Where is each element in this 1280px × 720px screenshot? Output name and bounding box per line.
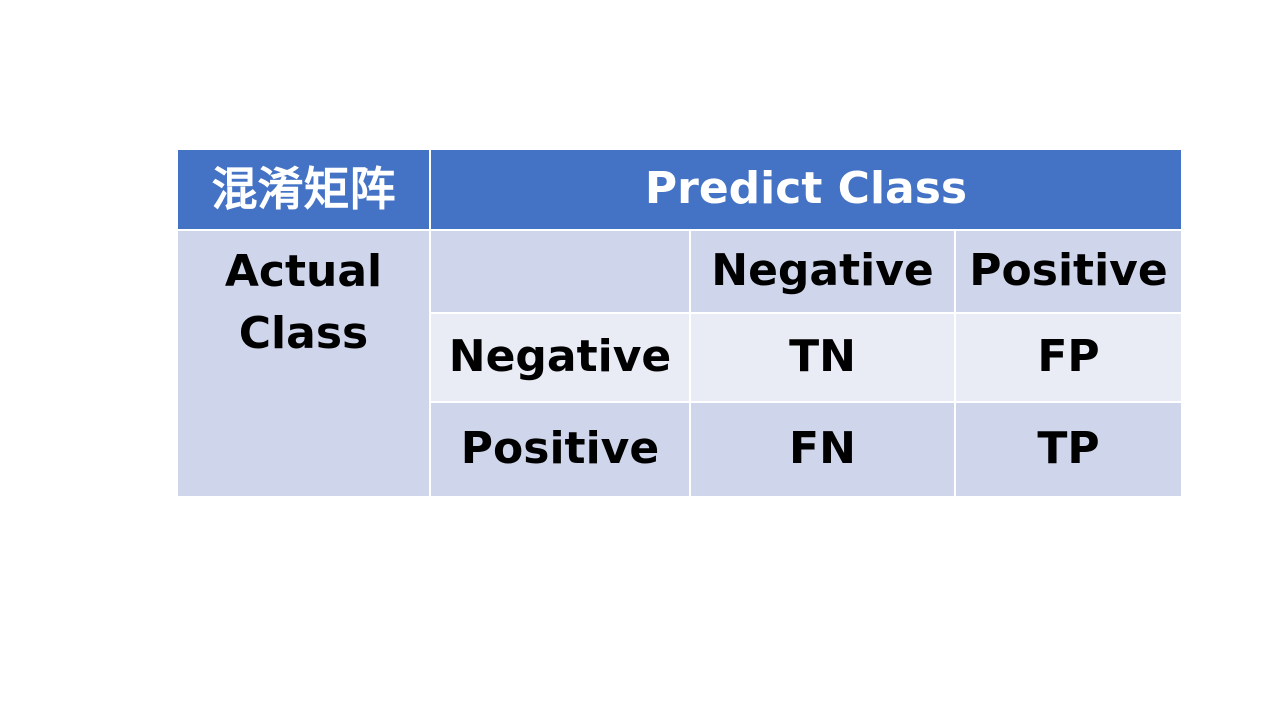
predict-class-header: Predict Class [431, 150, 1181, 229]
col-header-negative: Negative [691, 231, 954, 312]
confusion-matrix-table: 混淆矩阵 Predict Class Actual Class Negative… [178, 150, 1181, 496]
matrix-title-cell: 混淆矩阵 [178, 150, 429, 229]
col-header-positive: Positive [956, 231, 1181, 312]
slide: 混淆矩阵 Predict Class Actual Class Negative… [0, 0, 1280, 720]
cell-true-positive: TP [956, 403, 1181, 496]
actual-class-line2: Class [238, 308, 369, 359]
actual-class-header: Actual Class [178, 231, 429, 496]
row-header-negative: Negative [431, 314, 689, 401]
actual-class-line1: Actual [224, 246, 383, 297]
empty-corner-cell [431, 231, 689, 312]
cell-false-negative: FN [691, 403, 954, 496]
cell-true-negative: TN [691, 314, 954, 401]
cell-false-positive: FP [956, 314, 1181, 401]
row-header-positive: Positive [431, 403, 689, 496]
